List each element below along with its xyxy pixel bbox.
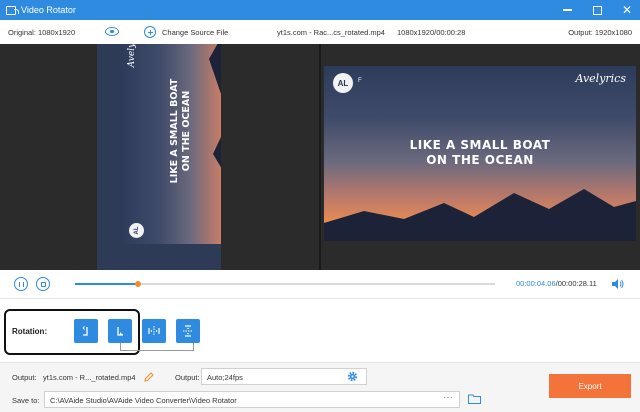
channel-logo: AL xyxy=(333,73,353,93)
window-title: Video Rotator xyxy=(21,5,76,15)
lyric-line-1: LIKE A SMALL BOAT xyxy=(409,138,551,152)
maximize-icon xyxy=(592,5,602,15)
gear-icon[interactable] xyxy=(347,371,358,382)
output-bar: Output: yt1s.com - R..._rotated.mp4 Outp… xyxy=(0,362,640,412)
rotate-right-icon xyxy=(117,327,123,336)
flip-horizontal-icon xyxy=(148,326,160,336)
rotate-app-icon xyxy=(6,5,19,15)
output-preview: AL F Avelyrics LIKE A SMALL BOAT ON THE … xyxy=(324,66,636,241)
timeline-progress xyxy=(75,283,138,285)
export-button[interactable]: Export xyxy=(549,374,631,398)
preview-divider xyxy=(319,44,321,270)
source-file-meta: 1080x1920/00:00:28 xyxy=(397,27,466,37)
brand-watermark: Avelyrics xyxy=(575,72,626,85)
stop-button[interactable] xyxy=(36,277,50,291)
original-resolution: Original: 1080x1920 xyxy=(8,27,76,37)
brand-watermark: Avelyrics xyxy=(127,44,137,68)
plus-circle-icon xyxy=(144,26,156,38)
close-button[interactable]: ✕ xyxy=(620,3,634,17)
rotation-panel: Rotation: xyxy=(0,298,640,362)
rotate-left-icon xyxy=(82,326,88,336)
eye-icon[interactable] xyxy=(105,27,119,36)
minimize-icon xyxy=(562,9,572,11)
format-label: Output: xyxy=(175,373,200,382)
time-display: 00:00:04.06/00:00:28.11 xyxy=(516,279,597,288)
flip-vertical-button[interactable] xyxy=(176,319,200,343)
original-frame: AL Avelyrics LIKE A SMALL BOAT ON THE OC… xyxy=(123,44,221,244)
rotation-label: Rotation: xyxy=(12,327,48,336)
timeline-knob[interactable] xyxy=(135,281,141,287)
save-path-field[interactable]: C:\AVAide Studio\AVAide Video Converter\… xyxy=(44,391,460,408)
preview-area: AL Avelyrics LIKE A SMALL BOAT ON THE OC… xyxy=(0,44,640,270)
channel-logo-suffix: F xyxy=(358,78,362,84)
flip-horizontal-button[interactable] xyxy=(142,319,166,343)
player-controls: 00:00:04.06/00:00:28.11 xyxy=(0,270,640,298)
output-format-field[interactable]: Auto;24fps xyxy=(201,368,367,385)
lyric-line-2: ON THE OCEAN xyxy=(426,153,534,167)
rotate-left-button[interactable] xyxy=(74,319,98,343)
save-to-label: Save to: xyxy=(12,396,40,405)
timeline-slider[interactable] xyxy=(75,281,495,287)
change-source-label: Change Source File xyxy=(162,27,229,37)
output-frame: AL F Avelyrics LIKE A SMALL BOAT ON THE … xyxy=(324,66,636,241)
pause-button[interactable] xyxy=(14,277,28,291)
mountain-silhouette xyxy=(209,44,221,244)
mountain-silhouette xyxy=(324,189,636,241)
flip-group-connector xyxy=(120,343,194,351)
pause-icon xyxy=(18,281,24,287)
change-source-button[interactable]: Change Source File xyxy=(144,26,228,38)
source-file-name: yt1s.com - Rac...cs_rotated.mp4 xyxy=(277,27,385,37)
total-time: 00:00:28.11 xyxy=(557,279,597,288)
edit-pencil-icon[interactable] xyxy=(144,372,154,382)
lyric-caption: LIKE A SMALL BOAT ON THE OCEAN xyxy=(324,138,636,168)
rotate-right-button[interactable] xyxy=(108,319,132,343)
minimize-button[interactable] xyxy=(560,3,574,17)
volume-icon[interactable] xyxy=(612,279,624,289)
maximize-button[interactable] xyxy=(590,3,604,17)
flip-vertical-icon xyxy=(183,325,193,337)
folder-icon[interactable] xyxy=(468,394,481,404)
output-file-name: yt1s.com - R..._rotated.mp4 xyxy=(43,373,136,382)
output-label: Output: xyxy=(12,373,37,382)
current-time: 00:00:04.06 xyxy=(516,279,556,288)
close-icon: ✕ xyxy=(621,3,633,17)
info-bar: Original: 1080x1920 Change Source File y… xyxy=(0,20,640,44)
channel-logo: AL xyxy=(129,223,144,238)
lyric-line-1: LIKE A SMALL BOAT xyxy=(169,78,180,184)
original-preview: AL Avelyrics LIKE A SMALL BOAT ON THE OC… xyxy=(97,44,221,270)
lyric-line-2: ON THE OCEAN xyxy=(181,90,192,172)
title-bar: Video Rotator ✕ xyxy=(0,0,640,20)
stop-icon xyxy=(40,281,46,287)
browse-button[interactable]: ··· xyxy=(436,391,460,408)
output-resolution: Output: 1920x1080 xyxy=(568,27,632,37)
lyric-caption: LIKE A SMALL BOAT ON THE OCEAN xyxy=(169,44,193,244)
window-controls: ✕ xyxy=(560,0,634,20)
